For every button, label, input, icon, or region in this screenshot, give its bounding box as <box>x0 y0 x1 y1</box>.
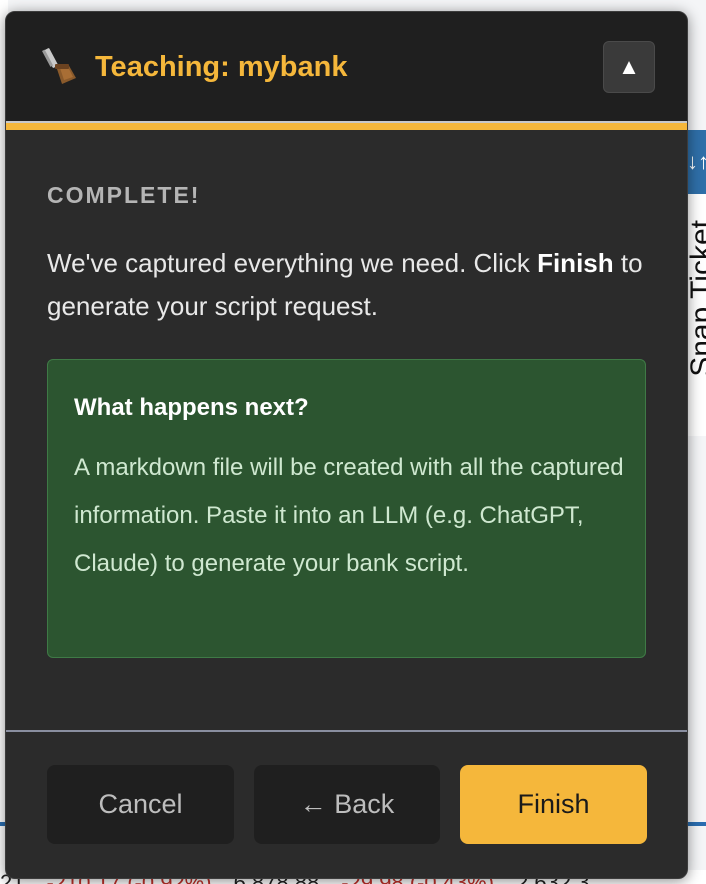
step-status-label: COMPLETE! <box>47 182 201 208</box>
cancel-button[interactable]: Cancel <box>47 765 234 844</box>
panel-title: Teaching: mybank <box>95 51 348 83</box>
completion-message: We've captured everything we need. Click… <box>47 242 647 328</box>
snap-ticket-label: Snap Ticket <box>686 220 706 377</box>
footer-divider <box>6 730 687 732</box>
transfer-arrows-icon: ↓↑ <box>687 130 706 194</box>
header-accent-bar <box>6 123 687 130</box>
back-button[interactable]: ← Back <box>254 765 440 844</box>
collapse-button[interactable]: ▲ <box>603 41 655 93</box>
message-prefix: We've captured everything we need. Click <box>47 248 538 278</box>
broom-icon <box>42 48 76 84</box>
next-steps-info-box: What happens next? A markdown file will … <box>47 359 646 658</box>
teaching-panel: Teaching: mybank ▲ COMPLETE! We've captu… <box>5 11 688 879</box>
info-box-title: What happens next? <box>74 394 309 421</box>
finish-button[interactable]: Finish <box>460 765 647 844</box>
snap-ticket-tab[interactable]: ↓↑ Snap Ticket <box>686 130 706 436</box>
caret-up-icon: ▲ <box>618 54 640 79</box>
info-box-body: A markdown file will be created with all… <box>74 454 624 577</box>
panel-header: Teaching: mybank ▲ <box>6 12 687 122</box>
message-finish-emphasis: Finish <box>537 248 614 278</box>
